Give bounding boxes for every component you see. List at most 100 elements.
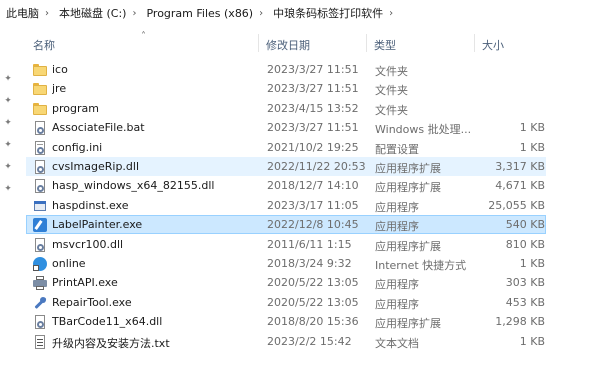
file-type: 配置设置	[375, 143, 419, 156]
file-row[interactable]: msvcr100.dll 2011/6/11 1:15 应用程序扩展 810 KB	[26, 235, 546, 254]
file-row[interactable]: AssociateFile.bat 2023/3/27 11:51 Windows …	[26, 118, 546, 137]
column-divider[interactable]	[474, 34, 475, 52]
file-row[interactable]: 升级内容及安装方法.txt 2023/2/2 15:42 文本文档 1 KB	[26, 332, 546, 351]
column-divider[interactable]	[366, 34, 367, 52]
pin-icon[interactable]: ✦	[3, 184, 13, 194]
file-row[interactable]: LabelPainter.exe 2022/12/8 10:45 应用程序 540 K…	[26, 215, 546, 234]
file-row[interactable]: RepairTool.exe 2020/5/22 13:05 应用程序 453 KB	[26, 293, 546, 312]
file-name: msvcr100.dll	[52, 238, 124, 251]
file-size: 1 KB	[519, 335, 545, 348]
breadcrumb-program-files[interactable]: Program Files (x86)	[140, 7, 255, 20]
file-row[interactable]: haspdinst.exe 2023/3/17 11:05 应用程序 25,055 K…	[26, 196, 546, 215]
column-date[interactable]: 修改日期	[266, 37, 310, 53]
folder-icon	[33, 63, 47, 77]
dll-file-icon	[33, 179, 47, 193]
column-type[interactable]: 类型	[374, 37, 396, 53]
wrench-icon	[33, 296, 47, 310]
file-name: cvsImageRip.dll	[52, 160, 140, 173]
file-type: 应用程序	[375, 298, 419, 311]
file-name: program	[52, 102, 99, 115]
file-size: 1 KB	[519, 141, 545, 154]
file-modified-date: 2023/2/2 15:42	[267, 335, 352, 348]
file-name: AssociateFile.bat	[52, 121, 145, 134]
breadcrumb: 此电脑 › 本地磁盘 (C:) › Program Files (x86) › …	[0, 0, 600, 26]
file-name: 升级内容及安装方法.txt	[52, 337, 170, 350]
file-row[interactable]: ico 2023/3/27 11:51 文件夹	[26, 60, 546, 79]
file-type: 应用程序	[375, 278, 419, 291]
file-type: Windows 批处理...	[375, 123, 472, 136]
file-name: PrintAPI.exe	[52, 276, 118, 289]
exe-icon	[33, 199, 47, 213]
file-size: 810 KB	[505, 238, 545, 251]
file-row[interactable]: cvsImageRip.dll 2022/11/22 20:53 应用程序扩展 3,3…	[26, 157, 546, 176]
settings-file-icon	[33, 141, 47, 155]
breadcrumb-separator-icon[interactable]: ›	[385, 8, 397, 19]
pin-icon[interactable]: ✦	[3, 96, 13, 106]
breadcrumb-separator-icon[interactable]: ›	[255, 8, 267, 19]
file-size: 1 KB	[519, 121, 545, 134]
file-type: 应用程序扩展	[375, 162, 441, 175]
file-modified-date: 2022/11/22 20:53	[267, 160, 366, 173]
file-row[interactable]: TBarCode11_x64.dll 2018/8/20 15:36 应用程序扩展 1…	[26, 312, 546, 331]
folder-icon	[33, 82, 47, 96]
file-modified-date: 2018/8/20 15:36	[267, 315, 359, 328]
column-name[interactable]: 名称	[33, 37, 55, 53]
pin-icon[interactable]: ✦	[3, 140, 13, 150]
file-name: hasp_windows_x64_82155.dll	[52, 179, 215, 192]
column-divider[interactable]	[258, 34, 259, 52]
file-size: 303 KB	[505, 276, 545, 289]
file-type: 应用程序扩展	[375, 181, 441, 194]
file-type: 应用程序	[375, 220, 419, 233]
file-type: 应用程序	[375, 201, 419, 214]
sort-ascending-icon: ˄	[141, 31, 146, 42]
file-type: Internet 快捷方式	[375, 259, 467, 272]
file-size: 3,317 KB	[495, 160, 545, 173]
file-modified-date: 2021/10/2 19:25	[267, 141, 359, 154]
breadcrumb-local-disk[interactable]: 本地磁盘 (C:)	[53, 5, 128, 21]
file-name: online	[52, 257, 86, 270]
file-modified-date: 2022/12/8 10:45	[267, 218, 359, 231]
file-modified-date: 2018/12/7 14:10	[267, 179, 359, 192]
file-row[interactable]: jre 2023/3/27 11:51 文件夹	[26, 79, 546, 98]
file-type: 文件夹	[375, 104, 408, 117]
pin-icon[interactable]: ✦	[3, 162, 13, 172]
file-row[interactable]: program 2023/4/15 13:52 文件夹	[26, 99, 546, 118]
file-name: RepairTool.exe	[52, 296, 132, 309]
file-row[interactable]: config.ini 2021/10/2 19:25 配置设置 1 KB	[26, 138, 546, 157]
file-size: 4,671 KB	[495, 179, 545, 192]
pin-icon[interactable]: ✦	[3, 74, 13, 84]
quick-access-pins: ✦ ✦ ✦ ✦ ✦ ✦	[0, 26, 18, 368]
file-modified-date: 2023/3/27 11:51	[267, 121, 359, 134]
file-modified-date: 2023/3/27 11:51	[267, 63, 359, 76]
file-row[interactable]: hasp_windows_x64_82155.dll 2018/12/7 14:1…	[26, 176, 546, 195]
file-size: 453 KB	[505, 296, 545, 309]
file-row[interactable]: online 2018/3/24 9:32 Internet 快捷方式 1 KB	[26, 254, 546, 273]
pin-icon[interactable]: ✦	[3, 118, 13, 128]
dll-file-icon	[33, 160, 47, 174]
file-modified-date: 2023/4/15 13:52	[267, 102, 359, 115]
column-size[interactable]: 大小	[482, 37, 504, 53]
file-size: 25,055 KB	[488, 199, 545, 212]
file-name: jre	[52, 82, 67, 95]
breadcrumb-this-pc[interactable]: 此电脑	[0, 5, 41, 21]
internet-shortcut-icon	[33, 257, 47, 271]
dll-file-icon	[33, 315, 47, 329]
breadcrumb-separator-icon[interactable]: ›	[128, 8, 140, 19]
batch-file-icon	[33, 121, 47, 135]
file-type: 文本文档	[375, 337, 419, 350]
breadcrumb-current-folder[interactable]: 中琅条码标签打印软件	[267, 5, 385, 21]
breadcrumb-separator-icon[interactable]: ›	[41, 8, 53, 19]
file-modified-date: 2020/5/22 13:05	[267, 276, 359, 289]
file-modified-date: 2023/3/17 11:05	[267, 199, 359, 212]
file-row[interactable]: PrintAPI.exe 2020/5/22 13:05 应用程序 303 KB	[26, 273, 546, 292]
file-size: 1,298 KB	[495, 315, 545, 328]
file-size: 540 KB	[505, 218, 545, 231]
file-modified-date: 2018/3/24 9:32	[267, 257, 352, 270]
file-modified-date: 2020/5/22 13:05	[267, 296, 359, 309]
dll-file-icon	[33, 238, 47, 252]
file-name: haspdinst.exe	[52, 199, 129, 212]
column-header: ˄ 名称 修改日期 类型 大小	[26, 31, 600, 54]
file-modified-date: 2023/3/27 11:51	[267, 82, 359, 95]
printer-icon	[33, 276, 47, 290]
file-type: 应用程序扩展	[375, 317, 441, 330]
